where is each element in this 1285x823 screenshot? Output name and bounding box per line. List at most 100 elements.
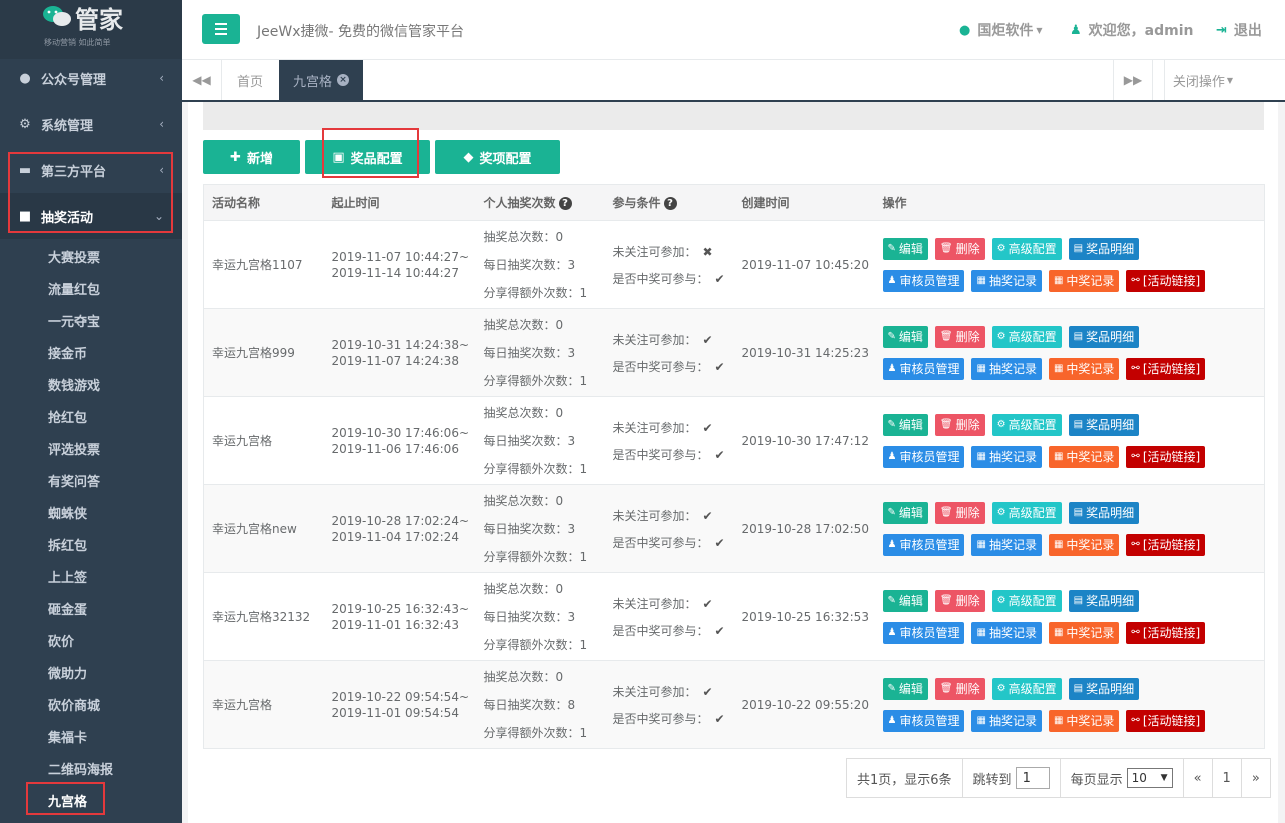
draw-record-button[interactable]: ▦ 抽奖记录 <box>971 445 1042 468</box>
sidebar-subitem[interactable]: 二维码海报 <box>48 759 113 778</box>
sidebar-subitem[interactable]: 有奖问答 <box>48 471 100 490</box>
prev-page-button[interactable]: « <box>1184 759 1213 797</box>
award-config-button[interactable]: ◆ 奖项配置 <box>435 140 560 174</box>
sidebar-subitem[interactable]: 数钱游戏 <box>48 375 100 394</box>
help-icon[interactable]: ? <box>663 197 677 210</box>
sidebar-subitem[interactable]: 上上签 <box>48 567 87 586</box>
col-header-conditions: 参与条件? <box>604 184 734 221</box>
sidebar-subitem[interactable]: 流量红包 <box>48 279 100 298</box>
draw-record-button[interactable]: ▦ 抽奖记录 <box>971 357 1042 380</box>
sidebar-subitem[interactable]: 九宫格 <box>48 791 87 810</box>
menu-toggle-button[interactable] <box>202 14 240 44</box>
draw-counts: 抽奖总次数：0 每日抽奖次数：3 分享得额外次数：1 <box>475 308 605 397</box>
advanced-button[interactable]: ⚙ 高级配置 <box>991 237 1062 260</box>
edit-button[interactable]: ✎ 编辑 <box>882 589 928 612</box>
search-area <box>203 102 1264 130</box>
jump-page-input[interactable]: 1 <box>1015 767 1050 789</box>
sidebar-item-system[interactable]: ⚙ 系统管理 ‹ <box>0 101 182 147</box>
win-record-button[interactable]: ▦ 中奖记录 <box>1048 533 1120 556</box>
edit-button[interactable]: ✎ 编辑 <box>882 677 928 700</box>
sidebar-subitem[interactable]: 一元夺宝 <box>48 311 100 330</box>
sidebar-subitem[interactable]: 集福卡 <box>48 727 87 746</box>
advanced-button[interactable]: ⚙ 高级配置 <box>991 589 1062 612</box>
link-button[interactable]: ⚯ [活动链接] <box>1126 357 1206 380</box>
help-icon[interactable]: ? <box>558 197 572 210</box>
edit-button[interactable]: ✎ 编辑 <box>882 325 928 348</box>
sidebar-subitem[interactable]: 砍价商城 <box>48 695 100 714</box>
win-record-button[interactable]: ▦ 中奖记录 <box>1048 357 1120 380</box>
software-dropdown[interactable]: ● 国炬软件 ▼ <box>959 20 1043 40</box>
reviewer-button[interactable]: ♟ 审核员管理 <box>882 357 965 380</box>
page-1-button[interactable]: 1 <box>1213 759 1242 797</box>
win-record-button[interactable]: ▦ 中奖记录 <box>1048 445 1120 468</box>
win-record-button[interactable]: ▦ 中奖记录 <box>1048 269 1120 292</box>
edit-button[interactable]: ✎ 编辑 <box>882 237 928 260</box>
prize-detail-button[interactable]: ▤ 奖品明细 <box>1068 677 1140 700</box>
advanced-button[interactable]: ⚙ 高级配置 <box>991 501 1062 524</box>
prize-detail-button[interactable]: ▤ 奖品明细 <box>1068 501 1140 524</box>
button-label: 奖品明细 <box>1086 682 1135 696</box>
link-button[interactable]: ⚯ [活动链接] <box>1126 445 1206 468</box>
table-icon: ▦ <box>1053 539 1064 550</box>
sidebar-subitem[interactable]: 接金币 <box>48 343 87 362</box>
advanced-button[interactable]: ⚙ 高级配置 <box>991 325 1062 348</box>
sidebar-subitem[interactable]: 抢红包 <box>48 407 87 426</box>
per-page-label: 每页显示 <box>1070 772 1123 788</box>
draw-record-button[interactable]: ▦ 抽奖记录 <box>971 709 1042 732</box>
draw-record-button[interactable]: ▦ 抽奖记录 <box>971 269 1042 292</box>
close-operations-dropdown[interactable]: 关闭操作 ▼ <box>1163 60 1233 100</box>
link-button[interactable]: ⚯ [活动链接] <box>1126 269 1206 292</box>
link-icon: ⚯ <box>1131 715 1140 726</box>
sidebar-item-lottery[interactable]: ■ 抽奖活动 ⌄ <box>0 193 182 239</box>
logout-link[interactable]: ⇥ 退出 <box>1216 20 1262 40</box>
prize-detail-button[interactable]: ▤ 奖品明细 <box>1068 237 1140 260</box>
advanced-button[interactable]: ⚙ 高级配置 <box>991 413 1062 436</box>
tab-scroll-right-button[interactable]: ▶▶ <box>1113 60 1153 100</box>
link-button[interactable]: ⚯ [活动链接] <box>1126 621 1206 644</box>
advanced-button[interactable]: ⚙ 高级配置 <box>991 677 1062 700</box>
win-record-button[interactable]: ▦ 中奖记录 <box>1048 709 1120 732</box>
sidebar-item-third-party[interactable]: ▬ 第三方平台 ‹ <box>0 147 182 193</box>
sidebar-subitem[interactable]: 蜘蛛侠 <box>48 503 87 522</box>
add-button[interactable]: ✚ 新增 <box>203 140 300 174</box>
sidebar-subitem[interactable]: 砸金蛋 <box>48 599 87 618</box>
status-icon: ✔ <box>714 447 725 462</box>
sidebar-subitem[interactable]: 砍价 <box>48 631 74 650</box>
draw-record-button[interactable]: ▦ 抽奖记录 <box>971 533 1042 556</box>
delete-button[interactable]: 🗑 删除 <box>934 589 985 612</box>
delete-button[interactable]: 🗑 删除 <box>934 413 985 436</box>
user-welcome[interactable]: ♟ 欢迎您，admin <box>1070 20 1193 40</box>
close-tab-icon[interactable]: × <box>337 74 350 86</box>
sidebar-subitem[interactable]: 微助力 <box>48 663 87 682</box>
button-label: 删除 <box>955 506 980 520</box>
reviewer-button[interactable]: ♟ 审核员管理 <box>882 445 965 468</box>
win-record-button[interactable]: ▦ 中奖记录 <box>1048 621 1120 644</box>
tab-jiugongge[interactable]: 九宫格 × <box>279 60 364 100</box>
reviewer-button[interactable]: ♟ 审核员管理 <box>882 709 965 732</box>
edit-button[interactable]: ✎ 编辑 <box>882 413 928 436</box>
delete-button[interactable]: 🗑 删除 <box>934 501 985 524</box>
prize-config-button[interactable]: ▣ 奖品配置 <box>305 140 430 174</box>
reviewer-button[interactable]: ♟ 审核员管理 <box>882 621 965 644</box>
sidebar-item-official-accounts[interactable]: ● 公众号管理 ‹ <box>0 55 182 101</box>
edit-button[interactable]: ✎ 编辑 <box>882 501 928 524</box>
tab-scroll-left-button[interactable]: ◀◀ <box>182 60 222 100</box>
prize-detail-button[interactable]: ▤ 奖品明细 <box>1068 413 1140 436</box>
sidebar-subitem[interactable]: 拆红包 <box>48 535 87 554</box>
next-page-button[interactable]: » <box>1242 759 1270 797</box>
delete-button[interactable]: 🗑 删除 <box>934 237 985 260</box>
delete-button[interactable]: 🗑 删除 <box>934 677 985 700</box>
reviewer-button[interactable]: ♟ 审核员管理 <box>882 269 965 292</box>
per-page-select[interactable]: 10 ▼ <box>1126 768 1173 788</box>
status-icon: ✔ <box>702 508 713 523</box>
reviewer-button[interactable]: ♟ 审核员管理 <box>882 533 965 556</box>
delete-button[interactable]: 🗑 删除 <box>934 325 985 348</box>
link-button[interactable]: ⚯ [活动链接] <box>1126 709 1206 732</box>
draw-record-button[interactable]: ▦ 抽奖记录 <box>971 621 1042 644</box>
sidebar-subitem[interactable]: 评选投票 <box>48 439 100 458</box>
prize-detail-button[interactable]: ▤ 奖品明细 <box>1068 589 1140 612</box>
prize-detail-button[interactable]: ▤ 奖品明细 <box>1068 325 1140 348</box>
link-button[interactable]: ⚯ [活动链接] <box>1126 533 1206 556</box>
tab-home[interactable]: 首页 <box>223 60 277 100</box>
sidebar-subitem[interactable]: 大赛投票 <box>48 247 100 266</box>
